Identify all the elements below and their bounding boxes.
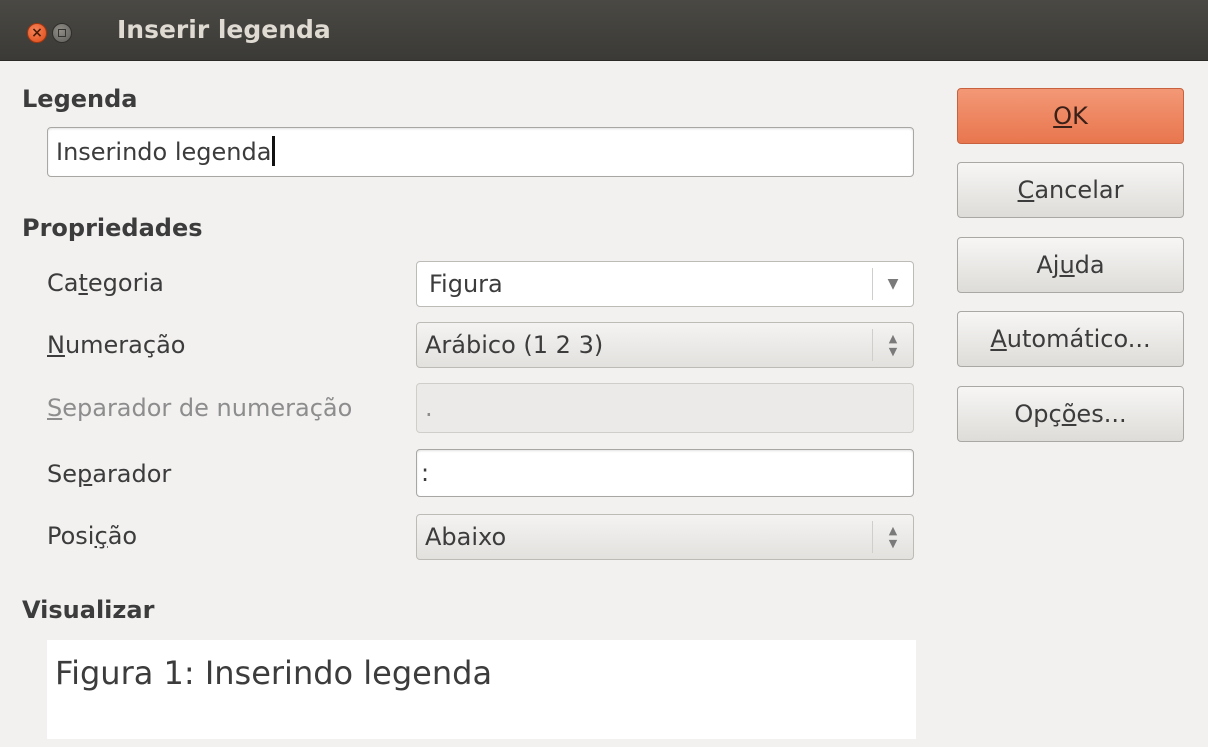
- numbering-separator-input: .: [416, 383, 914, 433]
- separator-label: Separador: [47, 460, 172, 488]
- numbering-value: Arábico (1 2 3): [425, 331, 604, 359]
- properties-section-label: Propriedades: [22, 214, 203, 242]
- dropdown-arrow-icon[interactable]: ▼: [873, 262, 913, 306]
- preview-section-label: Visualizar: [22, 596, 155, 624]
- text-cursor: [272, 136, 276, 166]
- position-label: Posição: [47, 522, 138, 550]
- caption-input-value: Inserindo legenda: [56, 138, 272, 166]
- close-icon: ×: [31, 25, 43, 41]
- cancel-button[interactable]: Cancelar: [957, 162, 1184, 218]
- minimize-window-button[interactable]: [52, 23, 72, 43]
- automatic-button[interactable]: Automático...: [957, 311, 1184, 367]
- category-value: Figura: [429, 270, 503, 298]
- separator-input[interactable]: :: [416, 449, 914, 497]
- caption-section-label: Legenda: [22, 85, 138, 113]
- numbering-select[interactable]: Arábico (1 2 3) ▲ ▼: [416, 322, 914, 368]
- window-title: Inserir legenda: [117, 15, 331, 44]
- help-button[interactable]: Ajuda: [957, 237, 1184, 293]
- position-value: Abaixo: [425, 523, 507, 551]
- spin-arrows-icon[interactable]: ▲ ▼: [873, 323, 913, 367]
- options-button[interactable]: Opções...: [957, 386, 1184, 442]
- numbering-label: Numeração: [47, 331, 186, 359]
- preview-box: Figura 1: Inserindo legenda: [47, 640, 916, 739]
- numbering-separator-label: Separador de numeração: [47, 394, 353, 422]
- ok-button[interactable]: OK: [957, 88, 1184, 144]
- close-window-button[interactable]: ×: [27, 23, 47, 43]
- title-bar: × Inserir legenda: [0, 0, 1208, 61]
- position-select[interactable]: Abaixo ▲ ▼: [416, 514, 914, 560]
- minimize-icon: [58, 29, 66, 37]
- preview-text: Figura 1: Inserindo legenda: [55, 654, 493, 692]
- category-combobox[interactable]: Figura ▼: [416, 261, 914, 307]
- spin-arrows-icon[interactable]: ▲ ▼: [873, 515, 913, 559]
- category-label: Categoria: [47, 269, 164, 297]
- caption-input[interactable]: Inserindo legenda: [47, 127, 914, 177]
